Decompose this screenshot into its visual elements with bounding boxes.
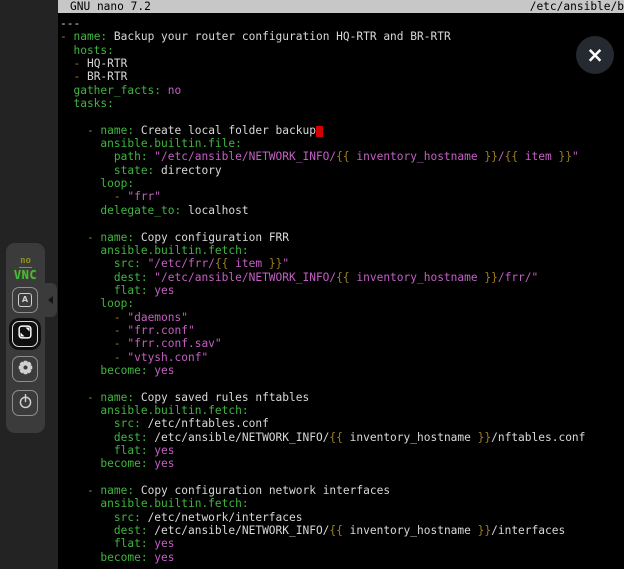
novnc-logo: no VNC — [6, 250, 45, 281]
editor-line: - name: Copy configuration FRR — [60, 231, 624, 244]
editor-line: - HQ-RTR — [60, 57, 624, 70]
editor-line: state: directory — [60, 164, 624, 177]
editor-line: ansible.builtin.fetch: — [60, 404, 624, 417]
novnc-logo-no: no — [19, 257, 32, 268]
editor-line: become: yes — [60, 364, 624, 377]
nano-app-title: GNU nano 7.2 — [70, 0, 151, 13]
editor-line: - BR-RTR — [60, 70, 624, 83]
editor-line: flat: yes — [60, 284, 624, 297]
editor-line — [60, 110, 624, 123]
editor-line: - "daemons" — [60, 311, 624, 324]
editor-line: ansible.builtin.fetch: — [60, 497, 624, 510]
keyboard-icon: A — [18, 293, 32, 307]
editor-line: dest: /etc/ansible/NETWORK_INFO/{{ inven… — [60, 431, 624, 444]
editor-line: src: /etc/network/interfaces — [60, 511, 624, 524]
collapse-arrow-icon — [48, 296, 53, 304]
editor-line: src: "/etc/frr/{{ item }}" — [60, 257, 624, 270]
editor-line: loop: — [60, 297, 624, 310]
editor-line: become: yes — [60, 457, 624, 470]
editor-line: - name: Create local folder backup — [60, 124, 624, 137]
close-icon: × — [586, 43, 604, 67]
editor-line: loop: — [60, 177, 624, 190]
editor-line: - name: Copy saved rules nftables — [60, 391, 624, 404]
editor-line: gather_facts: no — [60, 84, 624, 97]
editor-line — [60, 471, 624, 484]
editor-line: - "frr.conf.sav" — [60, 337, 624, 350]
editor-line: path: "/etc/ansible/NETWORK_INFO/{{ inve… — [60, 150, 624, 163]
control-bar-handle[interactable] — [45, 283, 57, 317]
power-icon — [17, 393, 34, 414]
text-cursor — [316, 126, 323, 137]
editor-line — [60, 377, 624, 390]
editor-line: ansible.builtin.file: — [60, 137, 624, 150]
terminal-window: GNU nano 7.2 /etc/ansible/b ---- name: B… — [58, 0, 624, 569]
gear-icon — [17, 359, 34, 380]
editor-line: - "frr.conf" — [60, 324, 624, 337]
settings-button[interactable] — [12, 356, 38, 382]
editor-line: - name: Backup your router configuration… — [60, 30, 624, 43]
editor-line: dest: /etc/ansible/NETWORK_INFO/{{ inven… — [60, 524, 624, 537]
editor-line: - "vtysh.conf" — [60, 351, 624, 364]
fullscreen-button[interactable] — [12, 321, 38, 347]
editor-line: flat: yes — [60, 537, 624, 550]
editor-line: tasks: — [60, 97, 624, 110]
editor-line: ansible.builtin.fetch: — [60, 244, 624, 257]
editor-line: src: /etc/nftables.conf — [60, 417, 624, 430]
novnc-logo-vnc: VNC — [6, 269, 45, 281]
show-keyboard-button[interactable]: A — [12, 287, 38, 313]
nano-file-path: /etc/ansible/b — [530, 0, 624, 13]
editor-line: --- — [60, 17, 624, 30]
fullscreen-icon — [16, 323, 34, 345]
novnc-control-bar: no VNC A — [6, 243, 45, 433]
editor-area[interactable]: ---- name: Backup your router configurat… — [58, 13, 624, 569]
editor-line: - "frr" — [60, 190, 624, 203]
close-button[interactable]: × — [576, 36, 614, 74]
editor-line: become: yes — [60, 551, 624, 564]
editor-line — [60, 217, 624, 230]
nano-titlebar: GNU nano 7.2 /etc/ansible/b — [58, 0, 624, 13]
power-button[interactable] — [12, 390, 38, 416]
editor-line: - name: Copy configuration network inter… — [60, 484, 624, 497]
editor-line: hosts: — [60, 44, 624, 57]
editor-line: flat: yes — [60, 444, 624, 457]
editor-line: delegate_to: localhost — [60, 204, 624, 217]
editor-line: dest: "/etc/ansible/NETWORK_INFO/{{ inve… — [60, 271, 624, 284]
